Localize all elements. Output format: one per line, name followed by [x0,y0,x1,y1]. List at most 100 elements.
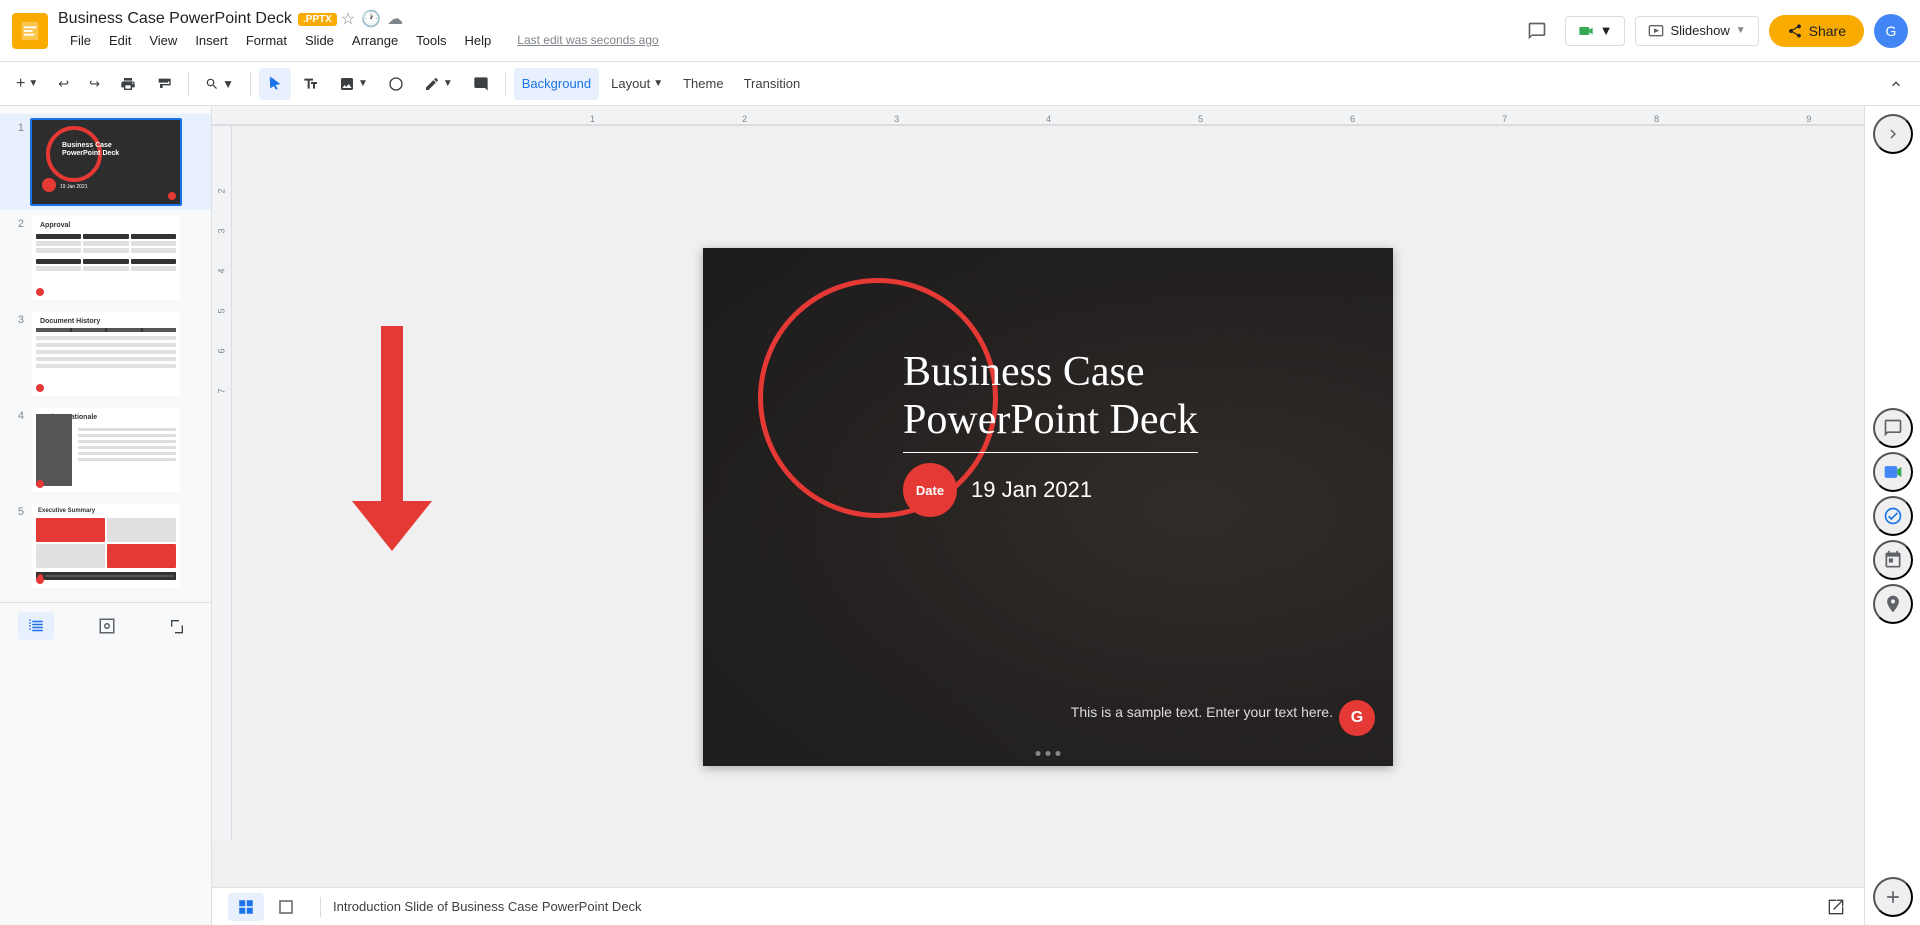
menu-tools[interactable]: Tools [408,29,454,52]
slide-item-2[interactable]: 2 Approval [0,210,211,306]
slide-thumb-2: Approval [30,214,182,302]
paint-format-button[interactable] [148,68,180,100]
filmstrip-icon [98,617,116,635]
star-icon[interactable]: ☆ [341,9,355,29]
redo-button[interactable]: ↪ [81,68,108,100]
dot-2 [1046,751,1051,756]
zoom-level: ▼ [222,77,234,91]
v-ruler-6: 6 [216,348,226,353]
line-chevron: ▼ [443,78,453,89]
comment-button[interactable] [465,68,497,100]
menu-help[interactable]: Help [457,29,500,52]
slideshow-chevron: ▼ [1736,25,1746,36]
arrow-overlay [352,326,432,561]
cursor-icon [267,76,283,92]
meet-button[interactable]: ▼ [1565,16,1626,46]
slide-date-badge: Date [903,463,957,517]
zoom-icon [205,77,219,91]
ruler-mark-9: 9 [1806,114,1811,124]
sidebar-maps-button[interactable] [1873,584,1913,624]
slide-view-btn-1[interactable] [228,893,264,921]
top-right-actions: ▼ Slideshow ▼ Share G [1519,13,1908,49]
slide-grid-icon [237,898,255,916]
slide-item-1[interactable]: 1 Business CasePowerPoint Deck 19 Jan 20… [0,114,211,210]
sidebar-collapse-button[interactable] [1873,114,1913,154]
menu-arrange[interactable]: Arrange [344,29,406,52]
canvas-wrapper: 1 2 3 4 5 6 7 8 9 2 3 4 [212,106,1864,925]
line-button[interactable]: ▼ [416,68,461,100]
menu-file[interactable]: File [62,29,99,52]
redo-icon: ↪ [89,76,100,92]
cloud-icon[interactable]: ☁ [387,9,403,29]
slide-list-icon [277,898,295,916]
slide-view-buttons [224,889,308,925]
history-icon[interactable]: 🕐 [361,9,381,29]
toolbar-divider-3 [505,72,506,96]
menu-format[interactable]: Format [238,29,295,52]
menu-edit[interactable]: Edit [101,29,139,52]
filmstrip-view-button[interactable] [89,612,125,640]
dot-3 [1056,751,1061,756]
title-section: Business Case PowerPoint Deck .PPTX ☆ 🕐 … [58,9,667,52]
slide-item-5[interactable]: 5 Executive Summary [0,498,211,594]
undo-button[interactable]: ↩ [50,68,77,100]
slide-date-row: Date 19 Jan 2021 [903,463,1198,517]
sidebar-meet-button[interactable] [1873,452,1913,492]
right-sidebar [1864,106,1920,925]
ruler-mark-6: 6 [1350,114,1355,124]
grid-view-button[interactable] [18,612,54,640]
cursor-button[interactable] [259,68,291,100]
slide-item-3[interactable]: 3 Document History [0,306,211,402]
slide-title-line1: Business Case [903,348,1198,396]
image-icon [339,76,355,92]
layout-button[interactable]: Layout ▼ [603,68,671,100]
image-button[interactable]: ▼ [331,68,376,100]
expand-notes-button[interactable] [1820,891,1852,923]
collapse-button[interactable] [1880,68,1912,100]
line-icon [424,76,440,92]
menu-slide[interactable]: Slide [297,29,342,52]
menu-view[interactable]: View [141,29,185,52]
last-edit[interactable]: Last edit was seconds ago [509,29,666,52]
slide-thumb-1: Business CasePowerPoint Deck 19 Jan 2021 [30,118,182,206]
add-button[interactable]: + ▼ [8,68,46,100]
sidebar-calendar-button[interactable] [1873,540,1913,580]
slide-user-badge: G [1339,700,1375,736]
share-button[interactable]: Share [1769,15,1864,47]
tasks-icon [1883,506,1903,526]
transition-button[interactable]: Transition [736,68,809,100]
slide-view-btn-2[interactable] [268,893,304,921]
bottom-divider [320,897,321,917]
slide-num-5: 5 [8,502,24,518]
menu-insert[interactable]: Insert [187,29,236,52]
slideshow-button[interactable]: Slideshow ▼ [1635,16,1758,46]
theme-button[interactable]: Theme [675,68,731,100]
file-type-badge: .PPTX [298,13,337,26]
shapes-button[interactable] [380,68,412,100]
print-button[interactable] [112,68,144,100]
background-button[interactable]: Background [514,68,599,100]
collapse-panel-button[interactable] [161,610,193,642]
collapse-icon [1888,76,1904,92]
theme-label: Theme [683,76,723,91]
doc-title[interactable]: Business Case PowerPoint Deck [58,10,292,28]
sidebar-chat-button[interactable] [1873,408,1913,448]
slide-title-divider [903,452,1198,453]
slide-container[interactable]: 2 3 4 5 6 7 Business Case PowerPoint Dec… [212,126,1864,887]
sidebar-tasks-button[interactable] [1873,496,1913,536]
slide-item-4[interactable]: 4 Project Rationale [0,402,211,498]
slide-canvas[interactable]: Business Case PowerPoint Deck Date 19 Ja… [703,248,1393,766]
transition-label: Transition [744,76,801,91]
ruler-mark-2: 2 [742,114,747,124]
slide-date-value: 19 Jan 2021 [971,477,1092,503]
slide-num-1: 1 [8,118,24,134]
comments-button[interactable] [1519,13,1555,49]
user-avatar[interactable]: G [1874,14,1908,48]
sidebar-add-button[interactable] [1873,877,1913,917]
zoom-button[interactable]: ▼ [197,68,242,100]
text-box-button[interactable] [295,68,327,100]
slide-num-4: 4 [8,406,24,422]
expand-icon [1828,899,1844,915]
toolbar: + ▼ ↩ ↪ ▼ ▼ ▼ Background Layout [0,62,1920,106]
slide-panel-wrapper: 1 Business CasePowerPoint Deck 19 Jan 20… [0,106,212,925]
